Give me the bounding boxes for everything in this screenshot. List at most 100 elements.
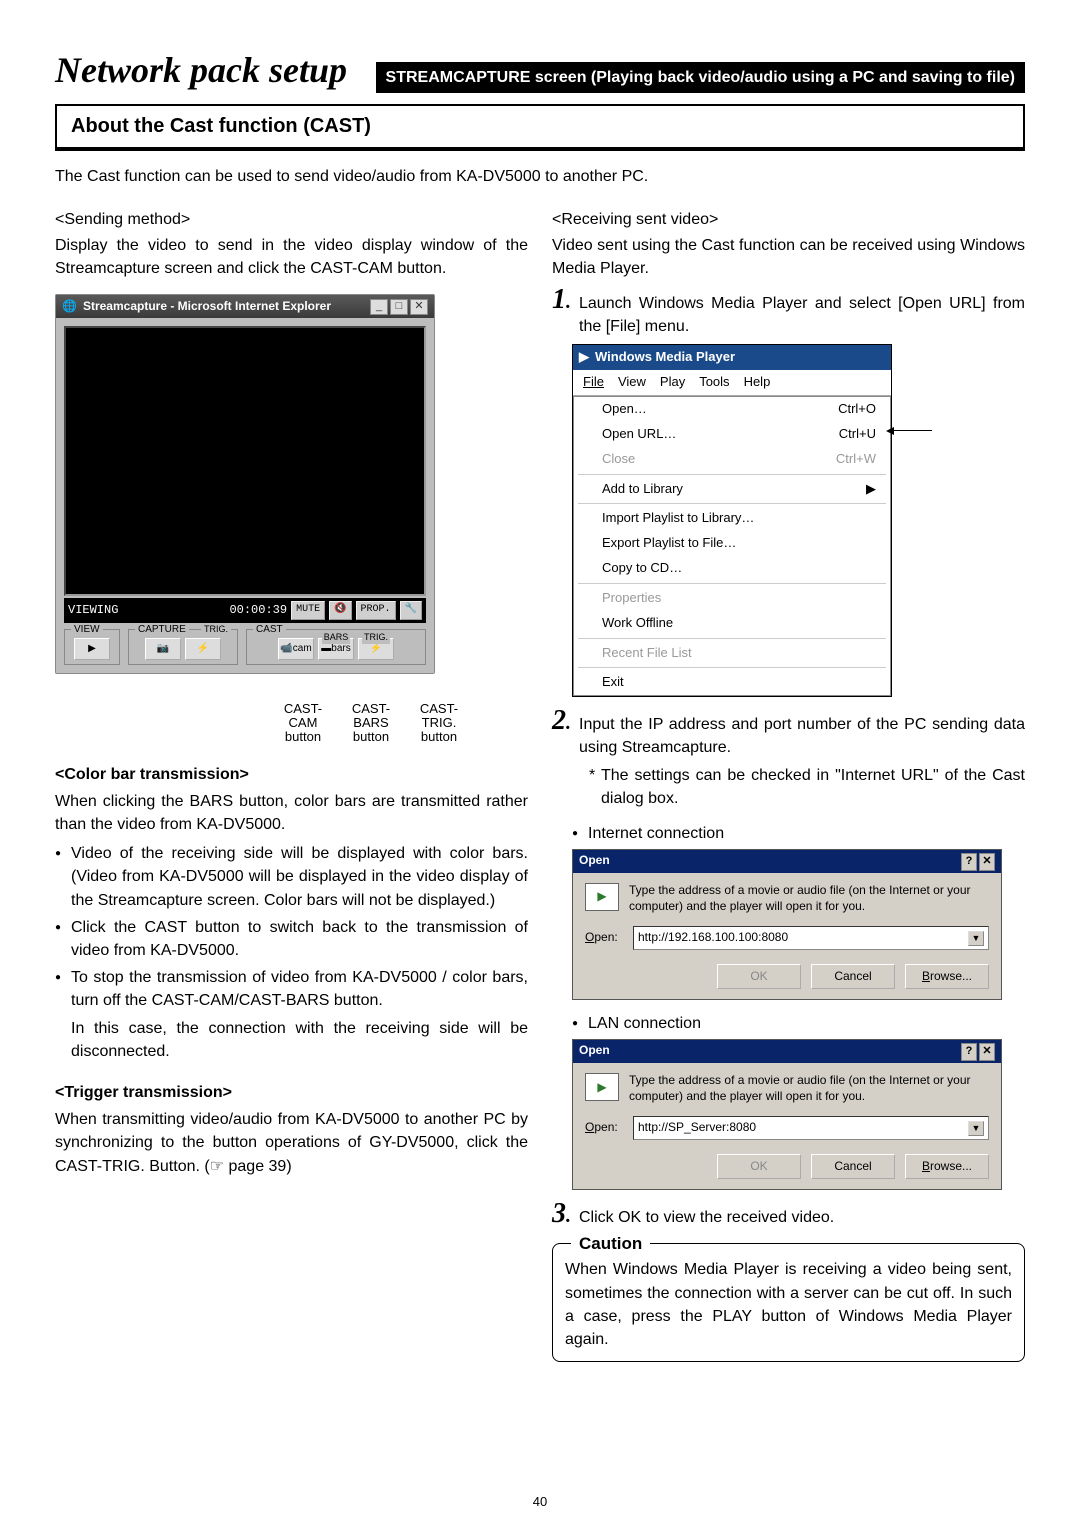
prop-button[interactable]: PROP. [356, 601, 396, 620]
wmp-menu-item[interactable]: Exit [574, 670, 890, 695]
wmp-title: Windows Media Player [595, 348, 735, 367]
url-value-2: http://SP_Server:8080 [638, 1119, 756, 1136]
step-2-text: Input the IP address and port number of … [579, 713, 1025, 759]
step-2-note: The settings can be checked in "Internet… [579, 764, 1025, 810]
open-dialog-lan: Open ?✕ Type the address of a movie or a… [572, 1039, 1002, 1190]
wmp-menu-item: Properties [574, 586, 890, 611]
page-number: 40 [533, 1493, 547, 1512]
step-3-number: 3. [552, 1200, 571, 1229]
capture-trig-button[interactable]: ⚡ [185, 638, 221, 660]
wmp-menu-item[interactable]: Add to Library ▶ [574, 477, 890, 502]
receiving-text: Video sent using the Cast function can b… [552, 234, 1025, 280]
button-callouts: CAST- CAM button CAST- BARS button CAST-… [277, 702, 528, 745]
view-group: VIEW ▶ [64, 629, 120, 665]
cast-group: CAST 📹cam BARS ▬bars TRIG. ⚡ [246, 629, 426, 665]
streamcapture-window: 🌐 Streamcapture - Microsoft Internet Exp… [55, 294, 435, 674]
wmp-menu-item[interactable]: Copy to CD… [574, 556, 890, 581]
color-bar-heading: <Color bar transmission> [55, 763, 528, 786]
dialog-help-button[interactable]: ? [961, 853, 977, 871]
section-title: About the Cast function (CAST) [57, 106, 1023, 149]
dialog-close-button-2[interactable]: ✕ [979, 1043, 995, 1061]
menu-item-label: Exit [602, 673, 624, 692]
color-bar-bullet-2: Click the CAST button to switch back to … [55, 916, 528, 962]
tool-button[interactable]: 🔧 [400, 601, 422, 620]
wmp-menu-item[interactable]: Import Playlist to Library… [574, 506, 890, 531]
menu-separator [578, 638, 886, 639]
dialog-help-button-2[interactable]: ? [961, 1043, 977, 1061]
receiving-heading: <Receiving sent video> [552, 208, 1025, 231]
menu-separator [578, 667, 886, 668]
callout-cast-trig-3: button [413, 730, 465, 744]
wmp-menu-view[interactable]: View [618, 373, 646, 392]
wmp-menu-play[interactable]: Play [660, 373, 685, 392]
cancel-button[interactable]: Cancel [811, 964, 895, 989]
status-time: 00:00:39 [229, 602, 287, 619]
combo-arrow-icon[interactable]: ▼ [968, 931, 984, 946]
left-column: <Sending method> Display the video to se… [55, 208, 528, 1362]
internet-connection-label: Internet connection [572, 822, 1025, 845]
dialog-message-2: Type the address of a movie or audio fil… [629, 1073, 989, 1104]
url-value: http://192.168.100.100:8080 [638, 929, 788, 946]
intro-text: The Cast function can be used to send vi… [55, 165, 1025, 208]
minimize-button[interactable]: _ [370, 299, 388, 315]
cast-cam-button[interactable]: 📹cam [278, 638, 314, 660]
dialog-title: Open [579, 852, 610, 871]
ok-button-2[interactable]: OK [717, 1154, 801, 1179]
wmp-menu-item[interactable]: Work Offline [574, 611, 890, 636]
open-dialog-internet: Open ?✕ Type the address of a movie or a… [572, 849, 1002, 1000]
url-combobox[interactable]: http://192.168.100.100:8080 ▼ [633, 926, 989, 949]
step-1-text: Launch Windows Media Player and select [… [579, 292, 1025, 338]
wmp-titlebar: ▶ Windows Media Player [573, 345, 891, 370]
status-viewing: VIEWING [68, 602, 118, 619]
capture-label: CAPTURE [135, 623, 189, 638]
step-2-number: 2. [552, 707, 571, 810]
wmp-menu-item[interactable]: Export Playlist to File… [574, 531, 890, 556]
wmp-menu-help[interactable]: Help [744, 373, 771, 392]
wmp-file-menu: Open…Ctrl+OOpen URL…Ctrl+UCloseCtrl+W Add… [573, 396, 891, 696]
window-title: Streamcapture - Microsoft Internet Explo… [83, 298, 364, 315]
speaker-icon[interactable]: 🔇 [329, 601, 351, 620]
browse-button-2[interactable]: Browse... [905, 1154, 989, 1179]
page-title: Network pack setup [55, 44, 347, 96]
browse-button[interactable]: Browse... [905, 964, 989, 989]
wmp-window: ▶ Windows Media Player File View Play Tools… [572, 344, 892, 697]
menu-item-accelerator: ▶ [866, 480, 876, 499]
caution-text: When Windows Media Player is receiving a… [565, 1258, 1012, 1351]
close-button[interactable]: ✕ [410, 299, 428, 315]
menu-item-label: Open URL… [602, 425, 676, 444]
menu-item-label: Add to Library [602, 480, 683, 499]
video-display [64, 326, 426, 596]
open-label-2: Open: [585, 1119, 625, 1136]
trigger-heading: <Trigger transmission> [55, 1081, 528, 1104]
wmp-menu-item[interactable]: Open URL…Ctrl+U [574, 422, 890, 447]
callout-cast-bars-1: CAST- [345, 702, 397, 716]
menu-item-label: Recent File List [602, 644, 692, 663]
menu-item-accelerator: Ctrl+W [836, 450, 876, 469]
step-3-text: Click OK to view the received video. [579, 1206, 1025, 1229]
dialog-close-button[interactable]: ✕ [979, 853, 995, 871]
page-subtitle: STREAMCAPTURE screen (Playing back video… [376, 62, 1025, 93]
menu-separator [578, 503, 886, 504]
wmp-menu-item: Recent File List [574, 641, 890, 666]
wmp-menu-item: CloseCtrl+W [574, 447, 890, 472]
url-combobox-2[interactable]: http://SP_Server:8080 ▼ [633, 1116, 989, 1139]
callout-cast-bars-2: BARS [345, 716, 397, 730]
wmp-menu-item[interactable]: Open…Ctrl+O [574, 397, 890, 422]
capture-group: CAPTURE TRIG. 📷 ⚡ [128, 629, 238, 665]
wmp-menu-file[interactable]: File [583, 373, 604, 392]
play-button[interactable]: ▶ [74, 638, 110, 660]
mute-button[interactable]: MUTE [291, 601, 325, 620]
cancel-button-2[interactable]: Cancel [811, 1154, 895, 1179]
callout-cast-cam-1: CAST- [277, 702, 329, 716]
maximize-button[interactable]: □ [390, 299, 408, 315]
page-header: Network pack setup STREAMCAPTURE screen … [55, 44, 1025, 96]
wmp-menu-tools[interactable]: Tools [699, 373, 729, 392]
combo-arrow-icon-2[interactable]: ▼ [968, 1121, 984, 1136]
capture-cam-button[interactable]: 📷 [145, 638, 181, 660]
color-bar-bullet-3b: In this case, the connection with the re… [55, 1017, 528, 1063]
ok-button[interactable]: OK [717, 964, 801, 989]
color-bar-bullet-1: Video of the receiving side will be disp… [55, 842, 528, 912]
cast-bars-label: BARS [322, 631, 351, 644]
section-frame: About the Cast function (CAST) [55, 104, 1025, 151]
wmp-menubar: File View Play Tools Help [573, 370, 891, 396]
